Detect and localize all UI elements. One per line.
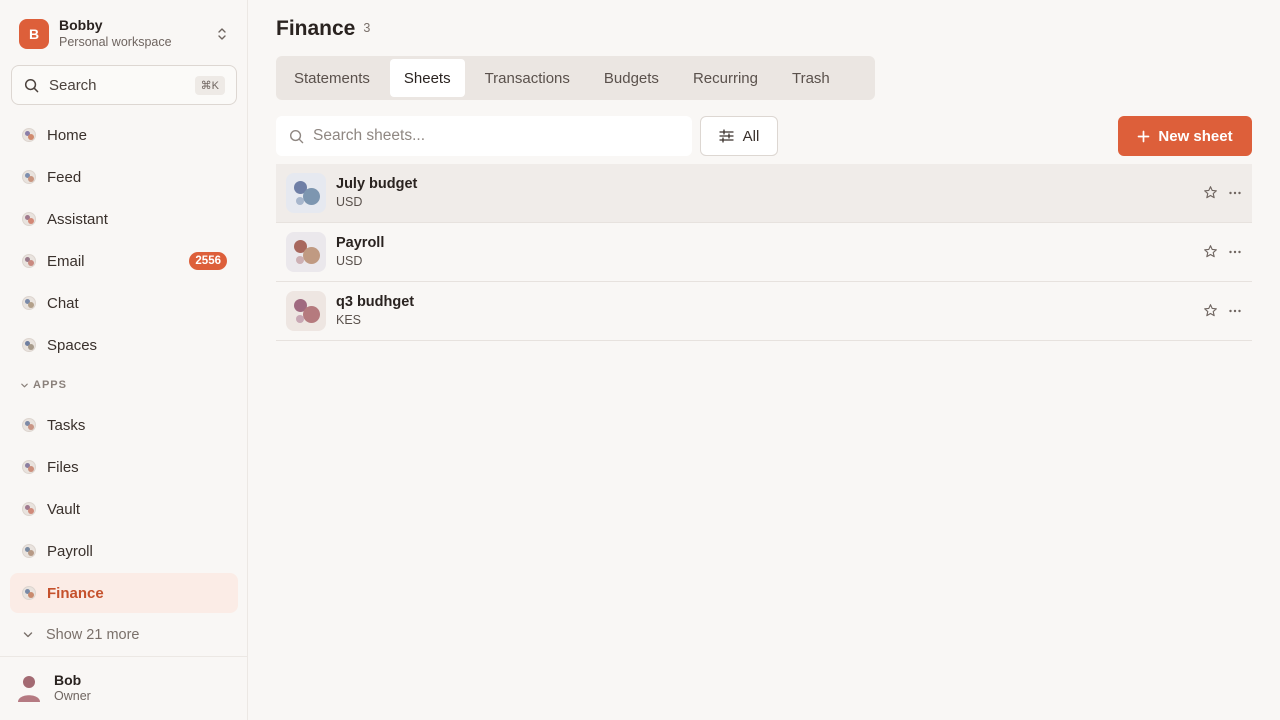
sidebar: B Bobby Personal workspace Search ⌘K Hom… xyxy=(0,0,248,720)
sheet-row[interactable]: July budget USD xyxy=(276,164,1252,223)
assistant-icon xyxy=(22,212,36,226)
sidebar-item-files[interactable]: Files xyxy=(10,447,238,487)
star-icon[interactable] xyxy=(1203,303,1218,318)
sidebar-item-home[interactable]: Home xyxy=(10,115,238,155)
more-options-icon[interactable] xyxy=(1228,245,1242,259)
show-more-label: Show 21 more xyxy=(46,627,140,643)
sheet-row[interactable]: Payroll USD xyxy=(276,223,1252,282)
chevron-up-down-icon xyxy=(218,28,226,40)
finance-icon xyxy=(22,586,36,600)
sheet-currency: KES xyxy=(336,313,362,328)
sidebar-item-label: Files xyxy=(47,458,79,476)
page-title-group: Finance 3 xyxy=(276,17,370,41)
sheet-row[interactable]: q3 budhget KES xyxy=(276,282,1252,341)
sidebar-item-feed[interactable]: Feed xyxy=(10,157,238,197)
new-sheet-label: New sheet xyxy=(1158,127,1233,145)
search-shortcut: ⌘K xyxy=(194,76,225,95)
home-icon xyxy=(22,128,36,142)
tab-budgets[interactable]: Budgets xyxy=(590,59,673,97)
files-icon xyxy=(22,460,36,474)
user-avatar xyxy=(18,675,40,702)
tab-statements[interactable]: Statements xyxy=(280,59,384,97)
user-name: Bob xyxy=(54,671,82,688)
workspace-switcher[interactable]: B Bobby Personal workspace xyxy=(10,12,238,56)
search-icon xyxy=(289,129,304,143)
more-options-icon[interactable] xyxy=(1228,304,1242,318)
star-icon[interactable] xyxy=(1203,185,1218,200)
sidebar-item-tasks[interactable]: Tasks xyxy=(10,405,238,445)
plus-icon xyxy=(1138,130,1150,142)
sidebar-item-label: Spaces xyxy=(47,336,98,354)
sheet-currency: USD xyxy=(336,254,363,269)
sidebar-search[interactable]: Search ⌘K xyxy=(11,65,237,105)
email-unread-badge: 2556 xyxy=(189,252,227,270)
chevron-down-icon xyxy=(21,383,28,387)
sidebar-item-vault[interactable]: Vault xyxy=(10,489,238,529)
chevron-down-icon xyxy=(23,632,33,638)
sheet-search-box xyxy=(276,116,692,156)
sidebar-item-label: Payroll xyxy=(47,542,93,560)
sidebar-item-label: Assistant xyxy=(47,210,108,228)
sidebar-item-label: Home xyxy=(47,126,88,144)
vault-icon xyxy=(22,502,36,516)
search-label: Search xyxy=(49,76,97,94)
tab-trash[interactable]: Trash xyxy=(778,59,844,97)
apps-section-heading: APPS xyxy=(33,379,67,391)
tab-recurring[interactable]: Recurring xyxy=(679,59,772,97)
sidebar-item-chat[interactable]: Chat xyxy=(10,283,238,323)
user-role: Owner xyxy=(54,689,91,704)
search-icon xyxy=(24,78,39,92)
apps-section-toggle[interactable]: APPS xyxy=(20,379,67,391)
finance-tabs: Statements Sheets Transactions Budgets R… xyxy=(276,56,875,100)
sidebar-item-assistant[interactable]: Assistant xyxy=(10,199,238,239)
sidebar-item-payroll[interactable]: Payroll xyxy=(10,531,238,571)
sheet-currency: USD xyxy=(336,195,363,210)
sidebar-item-spaces[interactable]: Spaces xyxy=(10,325,238,365)
workspace-name: Bobby xyxy=(59,17,103,34)
sidebar-item-label: Vault xyxy=(47,500,81,518)
user-profile[interactable]: Bob Owner xyxy=(0,656,247,720)
workspace-subtitle: Personal workspace xyxy=(59,34,172,49)
email-icon xyxy=(22,254,36,268)
sidebar-item-label: Feed xyxy=(47,168,82,186)
more-options-icon[interactable] xyxy=(1228,186,1242,200)
sidebar-item-label: Email xyxy=(47,252,85,270)
filter-label: All xyxy=(742,127,760,145)
sidebar-item-email[interactable]: Email 2556 xyxy=(10,241,238,281)
sheet-thumbnail xyxy=(286,232,326,272)
sheet-count: 3 xyxy=(363,21,371,35)
sheet-search-input[interactable] xyxy=(313,127,673,145)
chat-icon xyxy=(22,296,36,310)
tab-sheets[interactable]: Sheets xyxy=(389,59,465,97)
tasks-icon xyxy=(22,418,36,432)
show-more-button[interactable]: Show 21 more xyxy=(22,625,140,645)
sidebar-item-label: Finance xyxy=(47,584,104,602)
sliders-icon xyxy=(719,129,734,143)
sheet-name: Payroll xyxy=(336,235,385,252)
workspace-avatar: B xyxy=(19,19,49,49)
sheet-thumbnail xyxy=(286,173,326,213)
sidebar-item-label: Chat xyxy=(47,294,79,312)
filter-button[interactable]: All xyxy=(700,116,778,156)
new-sheet-button[interactable]: New sheet xyxy=(1118,116,1252,156)
feed-icon xyxy=(22,170,36,184)
sheet-thumbnail xyxy=(286,291,326,331)
tab-transactions[interactable]: Transactions xyxy=(471,59,584,97)
sheet-name: July budget xyxy=(336,176,418,193)
payroll-icon xyxy=(22,544,36,558)
sidebar-item-label: Tasks xyxy=(47,416,86,434)
spaces-icon xyxy=(22,338,36,352)
sheet-name: q3 budhget xyxy=(336,294,415,311)
page-title: Finance xyxy=(276,17,356,40)
sidebar-item-finance[interactable]: Finance xyxy=(10,573,238,613)
star-icon[interactable] xyxy=(1203,244,1218,259)
